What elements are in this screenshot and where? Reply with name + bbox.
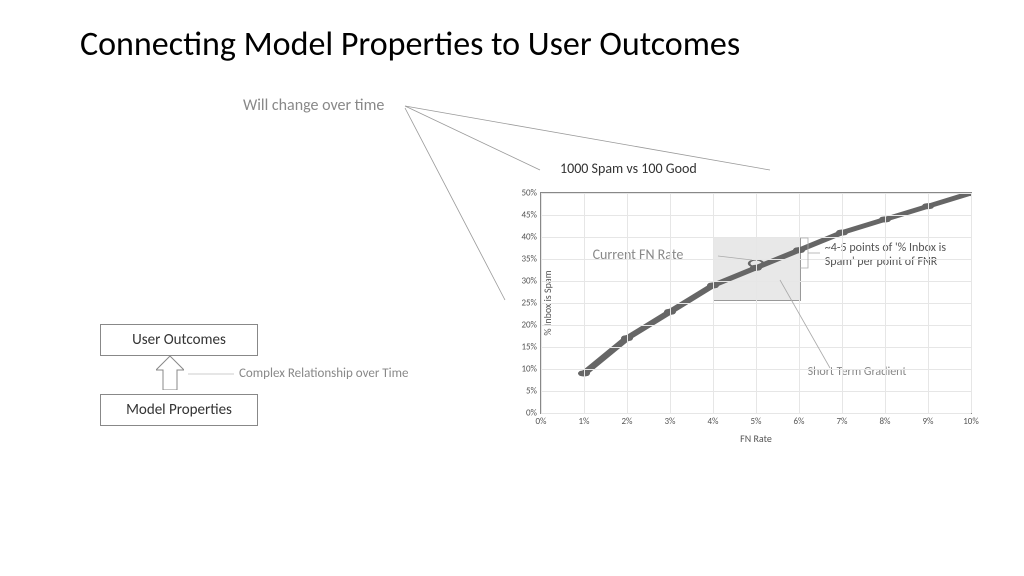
chart-connectors bbox=[0, 0, 1024, 576]
